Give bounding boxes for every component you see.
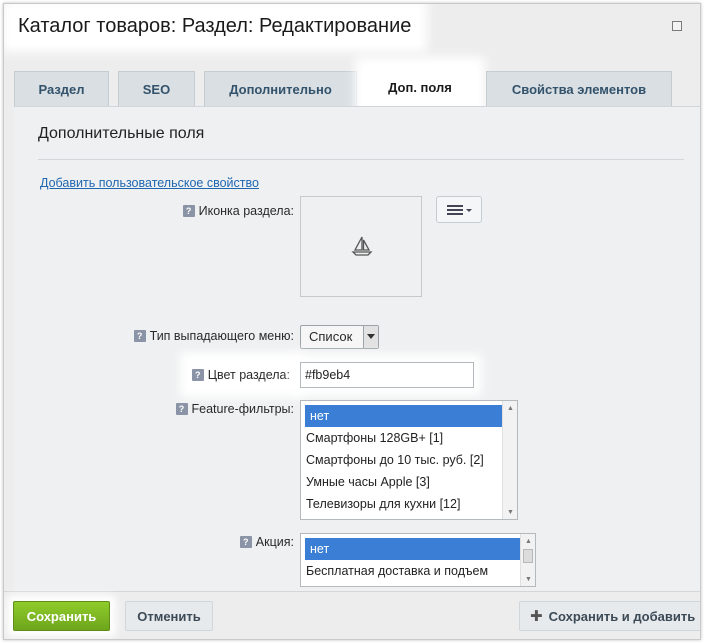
scrollbar-thumb[interactable] xyxy=(523,549,533,563)
section-color-input[interactable] xyxy=(300,362,474,388)
tab-extra-fields[interactable]: Доп. поля xyxy=(363,65,477,109)
save-button[interactable]: Сохранить xyxy=(13,601,110,631)
scroll-up-icon[interactable]: ▲ xyxy=(503,401,517,415)
section-icon-preview[interactable] xyxy=(300,196,422,297)
list-item[interactable]: нет xyxy=(305,538,531,560)
footer-bar: Сохранить Отменить ✚ Сохранить и добавит… xyxy=(4,591,700,639)
scroll-down-icon[interactable]: ▼ xyxy=(503,505,517,519)
list-item[interactable]: нет xyxy=(305,405,513,427)
scroll-up-icon[interactable]: ▲ xyxy=(521,534,535,548)
feature-filters-listbox[interactable]: нет Смартфоны 128GB+ [1] Смартфоны до 10… xyxy=(300,400,518,520)
feature-filters-label-text: Feature-фильтры: xyxy=(191,402,294,416)
scrollbar[interactable]: ▲ ▼ xyxy=(502,401,517,519)
icon-field-label: ? Иконка раздела: xyxy=(182,204,294,218)
hamburger-icon xyxy=(447,204,472,215)
menu-type-label-text: Тип выпадающего меню: xyxy=(149,329,294,343)
help-icon[interactable]: ? xyxy=(239,536,252,548)
chevron-down-icon xyxy=(363,326,378,348)
scrollbar[interactable]: ▲ ▼ xyxy=(520,534,535,586)
promo-listbox[interactable]: нет Бесплатная доставка и подъем ▲ ▼ xyxy=(300,533,536,587)
sailboat-icon xyxy=(351,236,373,256)
help-icon[interactable]: ? xyxy=(133,330,146,342)
list-item[interactable]: Смартфоны 128GB+ [1] xyxy=(301,427,517,449)
extra-fields-panel: Дополнительные поля Добавить пользовател… xyxy=(14,106,700,591)
help-icon[interactable]: ? xyxy=(191,369,204,381)
promo-label: ? Акция: xyxy=(239,535,294,549)
menu-type-select[interactable]: Список xyxy=(300,325,379,349)
save-and-add-button[interactable]: ✚ Сохранить и добавить xyxy=(519,601,700,631)
add-property-link[interactable]: Добавить пользовательское свойство xyxy=(40,176,259,190)
tab-element-properties[interactable]: Свойства элементов xyxy=(486,71,672,106)
icon-field-label-text: Иконка раздела: xyxy=(198,204,294,218)
cancel-button[interactable]: Отменить xyxy=(125,601,213,631)
promo-label-text: Акция: xyxy=(255,535,294,549)
help-icon[interactable]: ? xyxy=(182,205,195,217)
tab-seo[interactable]: SEO xyxy=(118,71,195,106)
tab-additional[interactable]: Дополнительно xyxy=(204,71,357,106)
window-title: Каталог товаров: Раздел: Редактирование xyxy=(10,8,420,44)
save-and-add-label: Сохранить и добавить xyxy=(548,608,696,624)
editor-window: Каталог товаров: Раздел: Редактирование … xyxy=(3,3,701,640)
list-item[interactable]: Бесплатная доставка и подъем xyxy=(301,560,535,582)
tab-section[interactable]: Раздел xyxy=(14,71,109,106)
list-item[interactable]: Умные часы Apple [3] xyxy=(301,471,517,493)
color-field-label: ? Цвет раздела: xyxy=(187,360,294,390)
plus-icon: ✚ xyxy=(530,608,543,625)
feature-filters-label: ? Feature-фильтры: xyxy=(175,402,294,416)
list-item[interactable]: Телевизоры для кухни [12] xyxy=(301,493,517,515)
help-icon[interactable]: ? xyxy=(175,403,188,415)
menu-type-label: ? Тип выпадающего меню: xyxy=(133,329,294,343)
color-field-label-text: Цвет раздела: xyxy=(207,368,290,382)
icon-menu-button[interactable] xyxy=(436,196,482,223)
menu-type-value: Список xyxy=(309,329,353,344)
scroll-down-icon[interactable]: ▼ xyxy=(521,572,535,586)
title-bar: Каталог товаров: Раздел: Редактирование xyxy=(4,4,700,52)
divider xyxy=(38,159,684,160)
maximize-icon[interactable] xyxy=(672,21,682,31)
section-title: Дополнительные поля xyxy=(38,125,205,142)
list-item[interactable]: Смартфоны до 10 тыс. руб. [2] xyxy=(301,449,517,471)
tab-bar: Раздел SEO Дополнительно Доп. поля Свойс… xyxy=(14,65,700,109)
